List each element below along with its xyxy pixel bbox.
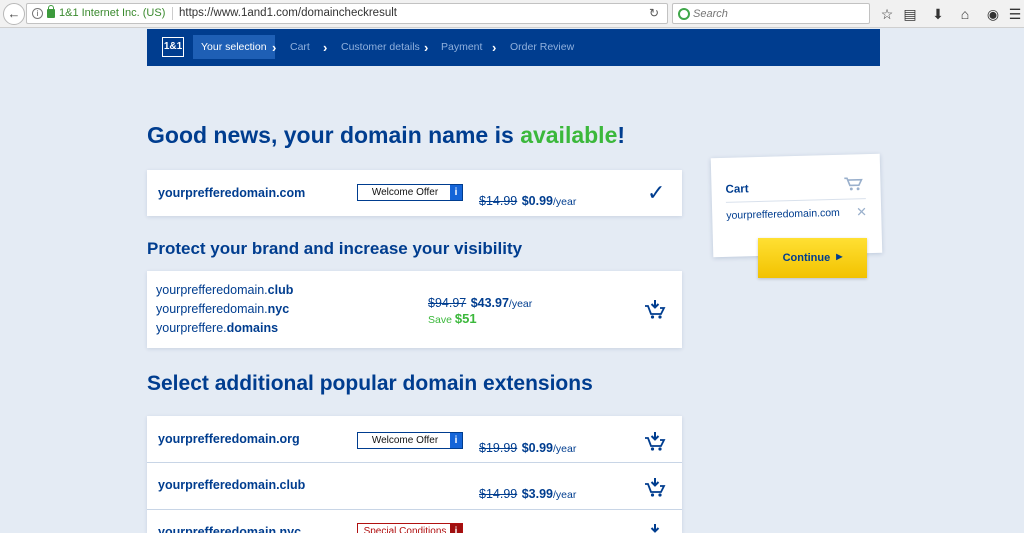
price-period: /year [508,298,533,310]
urlbar-separator [172,7,173,20]
search-bar[interactable] [672,3,870,24]
cart-divider [725,198,866,203]
save-amount: $51 [454,311,477,326]
step-your-selection[interactable]: Your selection [193,35,275,59]
domain-price: $14.99 $3.99/year [479,485,576,503]
browser-toolbar: ← i 1&1 Internet Inc. (US) https://www.1… [0,0,1024,28]
add-to-cart-icon[interactable] [644,430,666,452]
bookmark-star-icon[interactable]: ☆ [877,4,897,24]
price-period: /year [552,196,577,208]
bundle-domain-tld: club [267,283,294,297]
add-to-cart-icon[interactable] [644,522,666,533]
url-text[interactable]: https://www.1and1.com/domaincheckresult [179,4,397,23]
welcome-offer-badge[interactable]: Welcome Offer i [357,432,463,449]
primary-price: $14.99 $0.99/year [479,192,576,210]
add-to-cart-icon[interactable] [644,476,666,498]
new-price: $43.97 [470,296,509,310]
domain-name: yourprefferedomain.nyc [158,525,302,533]
bundle-domain-base: yourprefferedomain. [156,302,268,316]
menu-icon[interactable]: ☰ [1005,4,1024,24]
protect-bundle-card: yourprefferedomain.club yourprefferedoma… [147,271,682,348]
additional-heading: Select additional popular domain extensi… [147,372,593,395]
domain-name: yourprefferedomain.club [158,478,306,492]
info-icon[interactable]: i [450,433,462,448]
bundle-domain: yourpreffere.domains [156,321,278,335]
row-divider [147,509,682,510]
badge-label: Welcome Offer [371,187,439,198]
bundle-domain-base: yourpreffere. [156,321,227,335]
selected-check-icon[interactable]: ✓ [647,180,665,206]
reader-list-icon[interactable]: ▤ [900,4,920,24]
new-price: $0.99 [521,441,553,455]
old-price: $94.97 [428,296,467,310]
pocket-icon[interactable]: ◉ [983,4,1003,24]
badge-label: Special Conditions [363,526,447,533]
domain-name: yourprefferedomain.org [158,432,300,446]
site-identity[interactable]: 1&1 Internet Inc. (US) [59,4,165,23]
bundle-domain-tld: domains [226,321,279,335]
special-conditions-badge[interactable]: Special Conditions i [357,523,463,533]
old-price: $14.99 [479,194,518,208]
home-icon[interactable]: ⌂ [955,4,975,24]
info-icon[interactable]: i [450,524,462,533]
price-period: /year [552,443,577,455]
bundle-domain-tld: nyc [267,302,290,316]
brand-logo[interactable]: 1&1 [162,37,184,57]
row-divider [147,462,682,463]
bundle-price: $94.97 $43.97/year [428,294,532,312]
title-highlight: available [520,122,618,148]
chevron-right-icon: › [492,40,497,55]
new-price: $0.99 [521,194,553,208]
search-input[interactable] [693,6,863,22]
remove-icon[interactable]: ✕ [856,204,867,220]
title-suffix: ! [617,122,626,148]
step-payment[interactable]: Payment [441,29,482,66]
info-icon[interactable]: i [32,8,43,19]
bundle-domain: yourprefferedomain.club [156,283,293,297]
welcome-offer-badge[interactable]: Welcome Offer i [357,184,463,201]
reload-icon[interactable]: ↻ [649,4,659,23]
title-prefix: Good news, your domain name is [147,122,521,148]
chevron-right-icon: › [272,40,277,55]
checkout-navigation: 1&1 Your selection › Cart › Customer det… [147,29,880,66]
bundle-domain: yourprefferedomain.nyc [156,302,289,316]
primary-domain-card: yourprefferedomain.com Welcome Offer i $1… [147,170,682,216]
badge-label: Welcome Offer [371,435,439,446]
additional-domains-list: yourprefferedomain.org Welcome Offer i $1… [147,416,682,533]
step-customer-details[interactable]: Customer details [341,29,420,66]
step-order-review[interactable]: Order Review [510,29,574,66]
save-label: Save [428,314,452,326]
primary-domain-name: yourprefferedomain.com [158,186,306,200]
info-icon[interactable]: i [450,185,462,200]
cart-icon [844,177,863,191]
new-price: $3.99 [521,487,553,501]
protect-heading: Protect your brand and increase your vis… [147,239,523,258]
continue-label: Continue [782,252,831,264]
add-to-cart-icon[interactable] [644,298,666,320]
domain-price: $19.99 $0.99/year [479,439,576,457]
search-engine-icon[interactable] [678,8,690,20]
back-button[interactable]: ← [3,3,25,25]
page-title: Good news, your domain name is available… [147,122,625,149]
download-icon[interactable]: ⬇ [928,4,948,24]
chevron-right-icon: › [323,40,328,55]
lock-icon [47,5,55,18]
old-price: $19.99 [479,441,518,455]
cart-item: yourprefferedomain.com [726,206,840,222]
bundle-savings: Save $51 [428,311,477,326]
cart-title: Cart [725,183,749,196]
chevron-right-icon: › [424,40,429,55]
price-period: /year [552,489,577,501]
address-bar[interactable]: i 1&1 Internet Inc. (US) https://www.1an… [26,3,668,24]
play-arrow-icon: ▶ [836,252,843,261]
old-price: $14.99 [479,487,518,501]
continue-button[interactable]: Continue ▶ [758,238,867,278]
step-cart[interactable]: Cart [290,29,310,66]
bundle-domain-base: yourprefferedomain. [156,283,268,297]
